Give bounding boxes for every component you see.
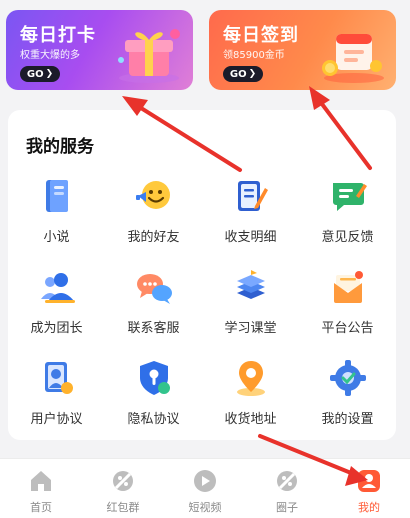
daily-checkin-title: 每日打卡 bbox=[20, 25, 96, 46]
service-user-agreement[interactable]: 用户协议 bbox=[8, 358, 105, 427]
service-label: 意见反馈 bbox=[321, 230, 374, 245]
daily-checkin-go-button[interactable]: GO ❯ bbox=[20, 66, 60, 82]
service-shipping-address[interactable]: 收货地址 bbox=[202, 358, 299, 427]
services-grid: 小说 我的好友 收支明细 意见反馈 成为团长 联系客服 学习课堂 平台公告 用户… bbox=[8, 176, 396, 427]
service-feedback[interactable]: 意见反馈 bbox=[299, 176, 396, 245]
service-label: 我的设置 bbox=[321, 412, 374, 427]
service-label: 隐私协议 bbox=[127, 412, 180, 427]
service-label: 小说 bbox=[43, 230, 70, 245]
red-packet-group-icon bbox=[113, 471, 133, 491]
service-label: 联系客服 bbox=[127, 321, 180, 336]
ledger-icon bbox=[237, 181, 268, 211]
bottom-tab-bar: 首页 红包群 短视频 圈子 我的 bbox=[0, 458, 410, 518]
user-agreement-icon bbox=[44, 362, 73, 394]
my-services-card: 我的服务 小说 我的好友 收支明细 意见反馈 成为团长 联系客服 学习课堂 平台… bbox=[8, 110, 396, 440]
tab-mine[interactable]: 我的 bbox=[328, 459, 410, 518]
daily-checkin-subtitle: 权重大爆的多 bbox=[20, 50, 80, 61]
service-become-leader[interactable]: 成为团长 bbox=[8, 267, 105, 336]
chevron-right-icon: ❯ bbox=[248, 69, 257, 79]
service-platform-notice[interactable]: 平台公告 bbox=[299, 267, 396, 336]
service-customer-support[interactable]: 联系客服 bbox=[105, 267, 202, 336]
service-label: 平台公告 bbox=[321, 321, 374, 336]
location-pin-icon bbox=[236, 361, 265, 396]
daily-signin-banner[interactable]: 每日签到 领85900金币 GO ❯ bbox=[209, 10, 396, 90]
announcement-envelope-icon bbox=[333, 271, 363, 303]
service-my-settings[interactable]: 我的设置 bbox=[299, 358, 396, 427]
tab-circle[interactable]: 圈子 bbox=[246, 459, 328, 518]
go-label: GO bbox=[229, 68, 247, 80]
service-learning-class[interactable]: 学习课堂 bbox=[202, 267, 299, 336]
service-label: 收支明细 bbox=[224, 230, 277, 245]
daily-signin-subtitle: 领85900金币 bbox=[223, 50, 285, 61]
feedback-icon bbox=[332, 183, 367, 211]
service-label: 成为团长 bbox=[30, 321, 83, 336]
service-privacy-agreement[interactable]: 隐私协议 bbox=[105, 358, 202, 427]
chevron-right-icon: ❯ bbox=[45, 69, 54, 79]
tab-label: 圈子 bbox=[276, 501, 298, 514]
tab-label: 红包群 bbox=[106, 501, 140, 514]
tab-label: 短视频 bbox=[188, 501, 222, 514]
privacy-shield-icon bbox=[139, 361, 170, 395]
go-label: GO bbox=[26, 68, 44, 80]
circle-icon bbox=[277, 471, 297, 491]
daily-checkin-banner[interactable]: 每日打卡 权重大爆的多 GO ❯ bbox=[6, 10, 193, 90]
tab-home[interactable]: 首页 bbox=[0, 459, 82, 518]
home-icon bbox=[31, 471, 51, 491]
tab-label: 首页 bbox=[30, 501, 52, 514]
profile-icon bbox=[358, 470, 380, 492]
daily-signin-title: 每日签到 bbox=[223, 25, 299, 46]
tab-label: 我的 bbox=[358, 501, 380, 514]
book-icon bbox=[45, 180, 68, 212]
service-my-friends[interactable]: 我的好友 bbox=[105, 176, 202, 245]
friend-emoji-icon bbox=[135, 181, 170, 209]
services-title: 我的服务 bbox=[26, 137, 94, 157]
tab-red-packet-group[interactable]: 红包群 bbox=[82, 459, 164, 518]
team-leader-icon bbox=[40, 273, 75, 303]
service-income-details[interactable]: 收支明细 bbox=[202, 176, 299, 245]
tab-short-video[interactable]: 短视频 bbox=[164, 459, 246, 518]
service-label: 学习课堂 bbox=[224, 321, 277, 336]
service-label: 我的好友 bbox=[127, 230, 180, 245]
daily-signin-go-button[interactable]: GO ❯ bbox=[223, 66, 263, 82]
calendar-coins-icon bbox=[322, 34, 384, 83]
play-icon bbox=[194, 470, 216, 492]
settings-gear-icon bbox=[329, 360, 366, 396]
chat-bubbles-icon bbox=[136, 274, 172, 304]
service-label: 收货地址 bbox=[224, 412, 277, 427]
gift-box-icon bbox=[118, 29, 180, 83]
service-label: 用户协议 bbox=[30, 412, 83, 427]
books-stack-icon bbox=[236, 270, 265, 299]
service-novel[interactable]: 小说 bbox=[8, 176, 105, 245]
